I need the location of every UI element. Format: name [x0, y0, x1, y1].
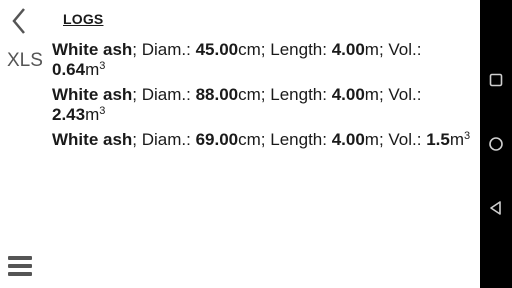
log-vol-exponent: 3 — [99, 60, 106, 72]
hamburger-menu-icon-line — [8, 264, 32, 268]
xls-export-button[interactable]: XLS — [7, 50, 43, 72]
log-diam-unit: cm; Length: — [238, 40, 332, 59]
hamburger-menu-button[interactable] — [8, 256, 32, 280]
log-list: White ash; Diam.: 45.00cm; Length: 4.00m… — [52, 40, 472, 155]
log-vol-exponent: 3 — [464, 130, 471, 142]
log-vol-unit: m — [449, 130, 465, 149]
log-diam-value: 88.00 — [195, 85, 239, 104]
hamburger-menu-icon-line — [8, 272, 32, 276]
log-species: White ash — [52, 85, 133, 104]
app-screen: LOGS XLS White ash; Diam.: 45.00cm; Leng… — [0, 0, 480, 288]
log-vol-value: 1.5 — [426, 130, 450, 149]
log-diam-label: ; Diam.: — [132, 40, 196, 59]
home-button[interactable] — [488, 136, 504, 152]
triangle-back-icon — [490, 201, 501, 215]
log-length-unit: m; Vol.: — [364, 130, 427, 149]
system-navigation-bar — [480, 0, 512, 288]
log-length-value: 4.00 — [331, 40, 365, 59]
log-diam-unit: cm; Length: — [238, 130, 332, 149]
circle-home-icon — [489, 137, 503, 151]
log-diam-value: 69.00 — [195, 130, 239, 149]
log-vol-value: 0.64 — [52, 60, 86, 79]
log-entry[interactable]: White ash; Diam.: 69.00cm; Length: 4.00m… — [52, 130, 472, 150]
log-species: White ash — [52, 40, 133, 59]
log-diam-label: ; Diam.: — [132, 85, 196, 104]
recents-button[interactable] — [488, 72, 504, 88]
log-diam-unit: cm; Length: — [238, 85, 332, 104]
system-back-button[interactable] — [488, 200, 504, 216]
log-length-value: 4.00 — [331, 85, 365, 104]
log-entry[interactable]: White ash; Diam.: 45.00cm; Length: 4.00m… — [52, 40, 472, 80]
page-title: LOGS — [63, 11, 104, 27]
log-species: White ash — [52, 130, 133, 149]
square-recents-icon — [489, 73, 503, 87]
chevron-left-icon — [12, 8, 25, 34]
log-length-value: 4.00 — [331, 130, 365, 149]
log-entry[interactable]: White ash; Diam.: 88.00cm; Length: 4.00m… — [52, 85, 472, 125]
log-vol-exponent: 3 — [99, 105, 106, 117]
log-diam-value: 45.00 — [195, 40, 239, 59]
back-button[interactable] — [8, 6, 32, 36]
log-length-unit: m; Vol.: — [364, 85, 422, 104]
log-length-unit: m; Vol.: — [364, 40, 422, 59]
hamburger-menu-icon — [8, 256, 32, 260]
log-diam-label: ; Diam.: — [132, 130, 196, 149]
log-vol-unit: m — [85, 105, 100, 124]
log-vol-value: 2.43 — [52, 105, 86, 124]
log-vol-unit: m — [85, 60, 100, 79]
